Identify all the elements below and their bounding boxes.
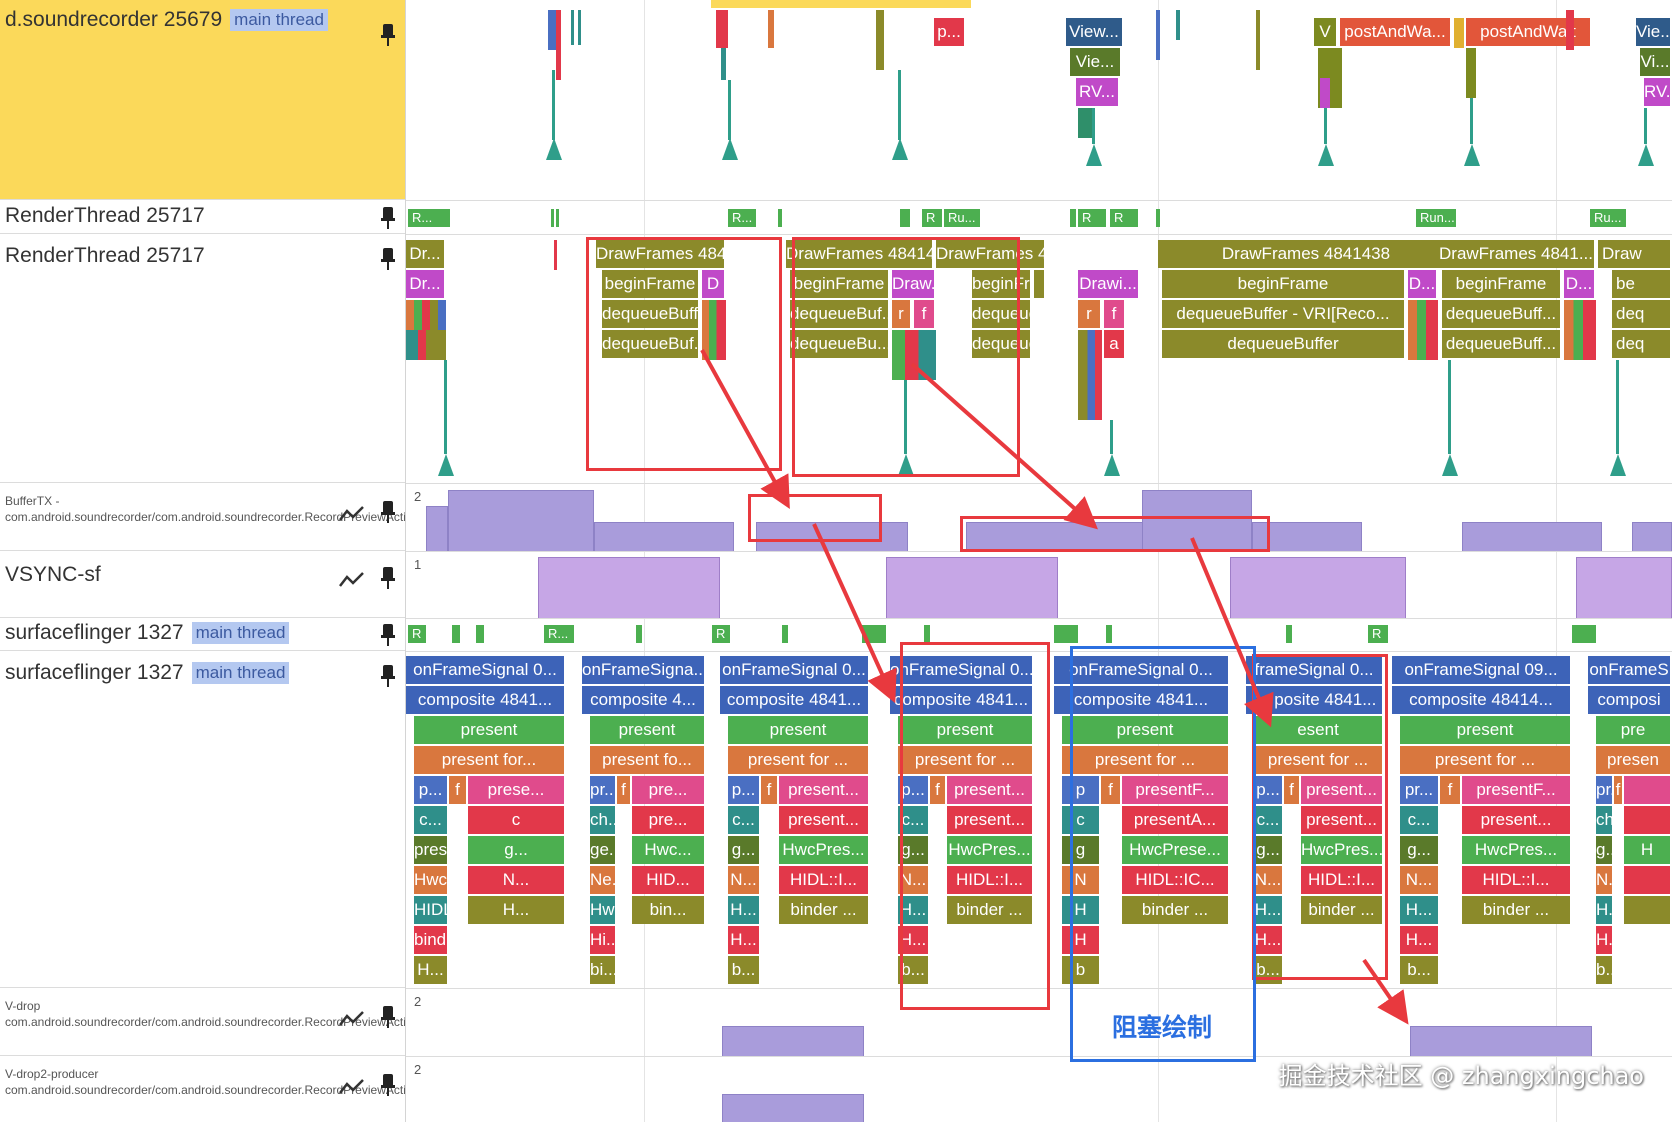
line-chart-icon[interactable] — [339, 505, 365, 523]
line-chart-icon[interactable] — [339, 571, 365, 589]
pin-icon[interactable] — [381, 567, 395, 589]
main-thread-badge: main thread — [230, 9, 328, 32]
track-label-buffertx[interactable]: BufferTX - com.android.soundrecorder/com… — [0, 483, 405, 551]
track-label-renderthread-2[interactable]: RenderThread 25717 — [0, 234, 405, 483]
pin-icon[interactable] — [381, 1074, 395, 1096]
pin-icon[interactable] — [381, 624, 395, 646]
track-title: surfaceflinger 1327 — [5, 621, 184, 644]
track-title: VSYNC-sf — [5, 563, 101, 586]
pin-icon[interactable] — [381, 501, 395, 523]
track-label-surfaceflinger-2[interactable]: surfaceflinger 1327 main thread — [0, 651, 405, 988]
track-label-panel: d.soundrecorder 25679 main thread RenderT… — [0, 0, 406, 1122]
line-chart-icon[interactable] — [339, 1078, 365, 1096]
track-label-vsync-sf[interactable]: VSYNC-sf — [0, 551, 405, 618]
track-title: RenderThread 25717 — [5, 204, 205, 227]
track-title: V-drop2-producer com.android.soundrecord… — [5, 1067, 405, 1097]
pin-icon[interactable] — [381, 24, 395, 46]
track-label-vdrop2[interactable]: V-drop2-producer com.android.soundrecord… — [0, 1056, 405, 1122]
watermark: 掘金技术社区 @ zhangxingchao — [1278, 1062, 1644, 1090]
track-label-vdrop[interactable]: V-drop com.android.soundrecorder/com.and… — [0, 988, 405, 1056]
annotation-arrows — [700, 349, 1409, 1025]
track-label-soundrecorder[interactable]: d.soundrecorder 25679 main thread — [0, 0, 405, 200]
track-title: d.soundrecorder 25679 — [5, 8, 223, 31]
track-title: surfaceflinger 1327 — [5, 661, 184, 684]
pin-icon[interactable] — [381, 207, 395, 229]
timeline-track-area[interactable]: p... View... Vie... RV... V postAndWa...… — [406, 0, 1672, 1122]
pin-icon[interactable] — [381, 665, 395, 687]
track-label-renderthread-1[interactable]: RenderThread 25717 — [0, 200, 405, 234]
pin-icon[interactable] — [381, 248, 395, 270]
track-title: V-drop com.android.soundrecorder/com.and… — [5, 999, 405, 1029]
main-thread-badge: main thread — [191, 662, 290, 685]
track-title: BufferTX - com.android.soundrecorder/com… — [5, 494, 405, 524]
track-label-surfaceflinger-1[interactable]: surfaceflinger 1327 main thread — [0, 618, 405, 651]
pin-icon[interactable] — [381, 1006, 395, 1028]
track-title: RenderThread 25717 — [5, 244, 205, 267]
main-thread-badge: main thread — [191, 622, 290, 645]
line-chart-icon[interactable] — [339, 1010, 365, 1028]
